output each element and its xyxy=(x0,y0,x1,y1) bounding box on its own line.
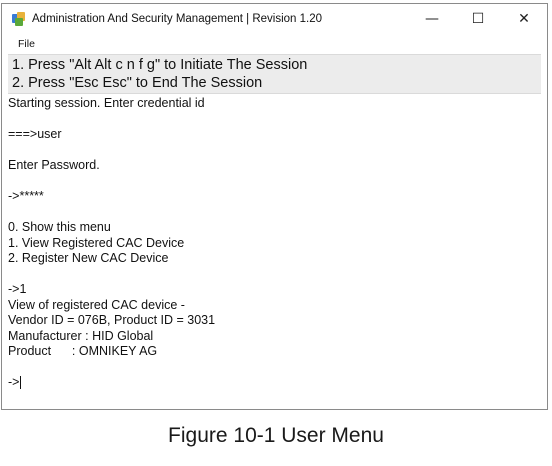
app-window: Administration And Security Management |… xyxy=(1,3,548,410)
window-title: Administration And Security Management |… xyxy=(32,13,322,25)
menu-option-1: 1. View Registered CAC Device xyxy=(8,235,185,250)
prompt-text: -> xyxy=(8,375,20,389)
title-bar[interactable]: Administration And Security Management |… xyxy=(2,4,547,34)
password-prompt-text: Enter Password. xyxy=(8,158,100,172)
menu-option-2: 2. Register New CAC Device xyxy=(8,251,169,265)
product-text: Product : OMNIKEY AG xyxy=(8,344,158,358)
menu-item-file[interactable]: File xyxy=(18,38,35,50)
figure-caption: Figure 10-1 User Menu xyxy=(168,424,384,447)
manufacturer-text: Manufacturer : HID Global xyxy=(8,328,154,343)
command-prompt[interactable]: -> xyxy=(8,375,541,391)
window-controls: — ☐ ✕ xyxy=(409,4,547,34)
device-header-text: View of registered CAC device - xyxy=(8,297,185,312)
text-cursor xyxy=(20,376,22,390)
instruction-banner: 1. Press "Alt Alt c n f g" to Initiate T… xyxy=(8,54,541,94)
instruction-line-2: 2. Press "Esc Esc" to End The Session xyxy=(12,75,263,91)
instruction-line-1: 1. Press "Alt Alt c n f g" to Initiate T… xyxy=(12,57,308,73)
close-button[interactable]: ✕ xyxy=(501,4,547,34)
console-output[interactable]: Starting session. Enter credential id ==… xyxy=(8,96,541,391)
maximize-button[interactable]: ☐ xyxy=(455,4,501,34)
close-icon: ✕ xyxy=(518,11,530,27)
password-entry-text: ->***** xyxy=(8,189,44,203)
minimize-icon: — xyxy=(425,11,439,27)
device-ids-text: Vendor ID = 076B, Product ID = 3031 xyxy=(8,313,216,327)
selection-entry-text: ->1 xyxy=(8,282,27,296)
menu-bar: File xyxy=(2,34,547,54)
session-start-text: Starting session. Enter credential id xyxy=(8,96,205,110)
menu-option-0: 0. Show this menu xyxy=(8,220,111,234)
minimize-button[interactable]: — xyxy=(409,4,455,34)
user-entry-text: ===>user xyxy=(8,127,62,141)
app-icon xyxy=(12,12,26,26)
maximize-icon: ☐ xyxy=(471,11,485,27)
